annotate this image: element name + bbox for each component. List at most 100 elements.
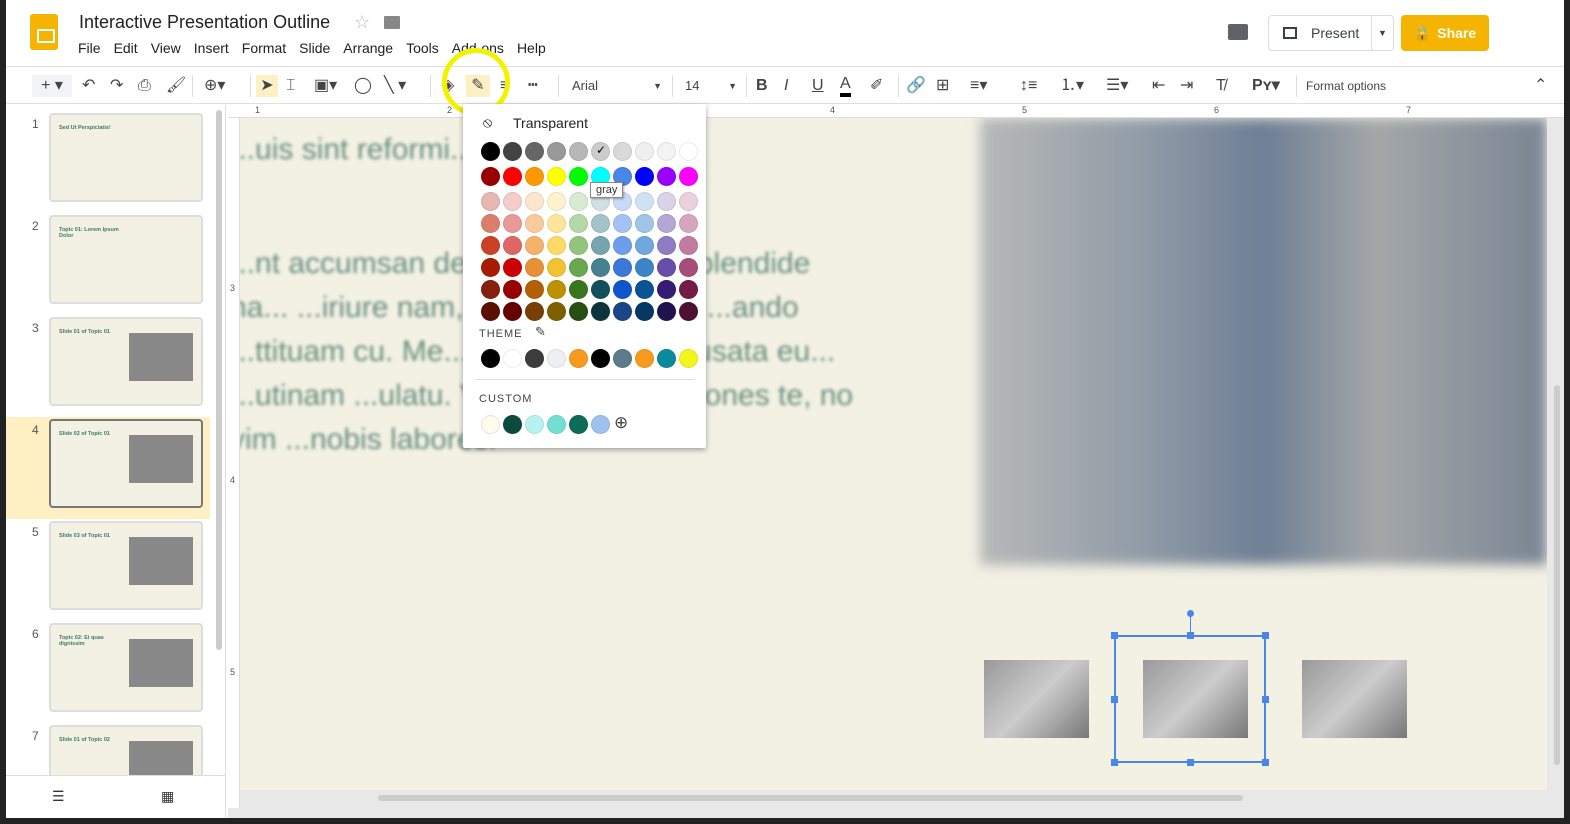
color-swatch[interactable] [481,280,500,299]
textbox-icon[interactable]: ⌶ [286,75,296,97]
color-swatch[interactable] [569,280,588,299]
edit-theme-icon[interactable]: ✎ [535,324,546,340]
menu-format[interactable]: Format [242,40,286,56]
theme-color-swatch[interactable] [657,349,676,368]
color-swatch[interactable] [525,302,544,321]
slide-preview[interactable]: Sed Ut Perspiciatis! [49,113,203,202]
color-swatch[interactable] [525,214,544,233]
increase-indent-icon[interactable]: ⇥ [1180,75,1193,97]
line-icon[interactable]: ╲ ▾ [384,75,406,97]
color-swatch[interactable] [613,236,632,255]
color-swatch[interactable] [635,258,654,277]
color-swatch[interactable] [547,302,566,321]
color-swatch[interactable] [679,167,698,186]
resize-handle[interactable] [1262,759,1269,766]
color-swatch[interactable] [591,302,610,321]
color-swatch[interactable] [591,258,610,277]
color-swatch[interactable] [503,302,522,321]
color-swatch[interactable] [481,258,500,277]
resize-handle[interactable] [1111,759,1118,766]
color-swatch[interactable] [635,192,654,211]
slide-preview[interactable]: Slide 02 of Topic 01 [49,419,203,508]
color-swatch[interactable] [679,236,698,255]
color-swatch[interactable] [657,142,676,161]
clear-formatting-icon[interactable]: T̸ [1216,75,1226,97]
custom-color-swatch[interactable] [503,415,522,434]
document-title[interactable]: Interactive Presentation Outline [79,12,330,33]
menu-slide[interactable]: Slide [299,40,330,56]
color-swatch[interactable] [503,167,522,186]
border-dash-icon[interactable]: ┅ [528,75,538,97]
menu-view[interactable]: View [151,40,181,56]
color-swatch[interactable] [679,302,698,321]
font-size-select[interactable]: 14 ▼ [685,75,737,97]
image-icon[interactable]: ▣▾ [314,75,337,97]
color-swatch[interactable] [503,236,522,255]
vertical-ruler[interactable]: 3 4 5 [228,118,240,808]
new-slide-button[interactable]: + ▾ [32,75,72,97]
theme-color-swatch[interactable] [503,349,522,368]
menu-tools[interactable]: Tools [406,40,439,56]
color-swatch[interactable] [569,142,588,161]
color-swatch[interactable] [613,280,632,299]
link-icon[interactable]: 🔗 [906,75,926,97]
color-swatch[interactable] [569,167,588,186]
font-select[interactable]: Arial ▼ [572,75,662,97]
menu-arrange[interactable]: Arrange [343,40,393,56]
transparent-option[interactable]: Transparent [513,115,588,131]
color-swatch[interactable] [569,214,588,233]
shape-icon[interactable]: ◯ [354,75,372,97]
selection-box[interactable] [1111,610,1269,766]
collapse-icon[interactable]: ⌃ [1534,75,1547,97]
theme-color-swatch[interactable] [547,349,566,368]
align-icon[interactable]: ≡▾ [970,75,987,97]
color-swatch[interactable] [613,214,632,233]
color-swatch[interactable] [547,192,566,211]
format-options-button[interactable]: Format options [1306,75,1386,97]
color-swatch[interactable] [503,192,522,211]
line-spacing-icon[interactable]: ↕≡ [1020,75,1037,97]
add-comment-icon[interactable]: ⊞ [936,75,949,97]
color-swatch[interactable] [547,167,566,186]
highlight-icon[interactable]: ✐ [870,75,883,97]
theme-color-swatch[interactable] [679,349,698,368]
slide-preview[interactable]: Topic 01: Lorem Ipsum Dolor [49,215,203,304]
filmstrip-scrollbar[interactable] [216,110,222,650]
color-swatch[interactable] [635,280,654,299]
slide-thumbnail-6[interactable]: 6 Topic 02: Ei quas dignissim [6,621,210,723]
list-view-icon[interactable]: ☰ [52,788,65,805]
custom-color-swatch[interactable] [547,415,566,434]
share-button[interactable]: 🔒 Share [1401,15,1489,51]
color-swatch[interactable] [547,236,566,255]
color-swatch[interactable] [525,192,544,211]
color-swatch[interactable]: ✓ [591,142,610,161]
color-swatch[interactable] [525,280,544,299]
select-icon[interactable]: ➤ [256,75,278,97]
color-swatch[interactable] [613,302,632,321]
text-color-icon[interactable]: A [840,75,851,97]
color-swatch[interactable] [481,302,500,321]
color-swatch[interactable] [481,214,500,233]
color-swatch[interactable] [503,258,522,277]
folder-icon[interactable] [384,16,400,29]
color-swatch[interactable] [569,258,588,277]
zoom-icon[interactable]: ⊕▾ [204,75,225,97]
slide-photo[interactable] [980,118,1547,565]
color-swatch[interactable] [481,167,500,186]
numbered-list-icon[interactable]: ⒈▾ [1060,75,1084,97]
theme-color-swatch[interactable] [481,349,500,368]
resize-handle[interactable] [1111,632,1118,639]
color-swatch[interactable] [569,192,588,211]
slide-preview[interactable]: Topic 02: Ei quas dignissim [49,623,203,712]
color-swatch[interactable] [635,167,654,186]
color-swatch[interactable] [481,192,500,211]
paint-format-icon[interactable]: 🖌 [166,75,186,97]
redo-icon[interactable]: ↷ [110,75,123,97]
color-swatch[interactable] [657,192,676,211]
theme-color-swatch[interactable] [591,349,610,368]
color-swatch[interactable] [481,236,500,255]
resize-handle[interactable] [1111,696,1118,703]
color-swatch[interactable] [657,236,676,255]
theme-color-swatch[interactable] [613,349,632,368]
menu-file[interactable]: File [78,40,101,56]
